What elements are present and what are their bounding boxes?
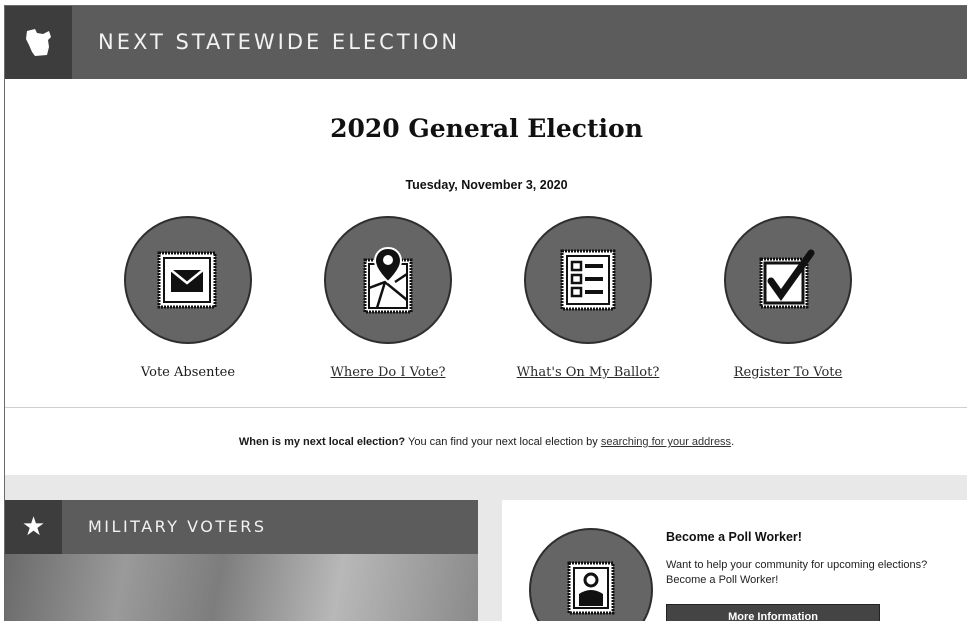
action-register-to-vote[interactable]: Register To Vote [698,216,878,380]
military-voters-panel[interactable]: ★ MILITARY VOTERS [5,500,478,621]
where-do-i-vote-link[interactable]: Where Do I Vote? [298,365,478,380]
where-do-i-vote-circle[interactable] [324,216,452,344]
poll-worker-icon [567,561,615,615]
checkbox-icon [759,249,815,309]
wisconsin-state-icon [5,6,72,79]
vote-absentee-label: Vote Absentee [140,365,236,380]
whats-on-my-ballot-link[interactable]: What's On My Ballot? [498,365,678,380]
poll-worker-panel: Become a Poll Worker! Want to help your … [502,500,967,621]
action-where-do-i-vote[interactable]: Where Do I Vote? [298,216,478,380]
whats-on-my-ballot-circle[interactable] [524,216,652,344]
vote-absentee-circle[interactable] [124,216,252,344]
local-election-end: . [731,436,735,448]
ballot-list-icon [560,249,616,311]
election-date: Tuesday, November 3, 2020 [405,178,568,192]
page-frame: NEXT STATEWIDE ELECTION 2020 General Ele… [4,5,967,621]
local-election-notice: When is my next local election? You can … [5,436,967,448]
poll-worker-title: Become a Poll Worker! [666,530,802,544]
local-election-text: You can find your next local election by [405,436,601,448]
military-voters-photo [5,554,478,621]
poll-worker-circle [529,528,653,621]
local-election-question: When is my next local election? [238,436,406,448]
register-to-vote-link[interactable]: Register To Vote [698,365,878,380]
register-to-vote-circle[interactable] [724,216,852,344]
envelope-icon [157,251,217,309]
map-pin-icon [363,246,413,314]
military-voters-title: MILITARY VOTERS [88,517,267,536]
more-information-button[interactable]: More Information [666,604,880,621]
action-vote-absentee[interactable]: Vote Absentee [98,216,278,380]
header-title: NEXT STATEWIDE ELECTION [98,30,461,54]
search-address-link[interactable]: searching for your address [601,436,731,448]
poll-worker-description: Want to help your community for upcoming… [666,559,928,586]
military-voters-header[interactable]: ★ MILITARY VOTERS [5,500,478,554]
election-title: 2020 General Election [330,114,643,143]
section-divider [5,407,967,408]
star-icon: ★ [5,500,62,554]
statewide-election-header: NEXT STATEWIDE ELECTION [5,6,967,79]
action-whats-on-my-ballot[interactable]: What's On My Ballot? [498,216,678,380]
